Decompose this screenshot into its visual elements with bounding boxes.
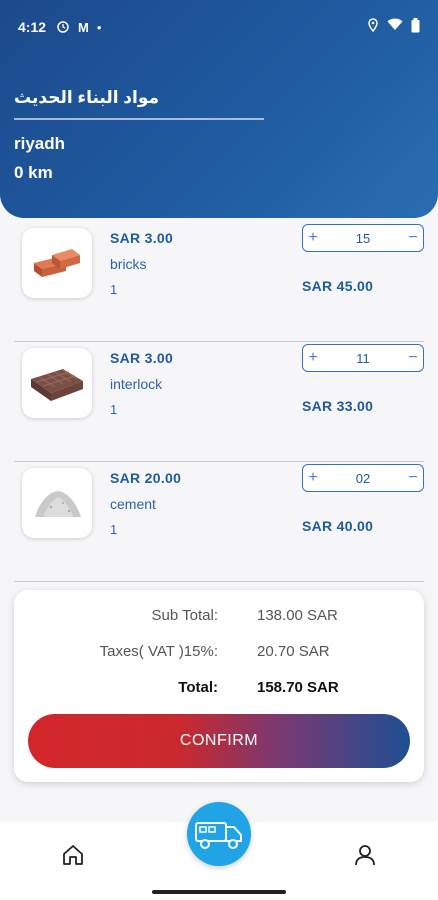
order-summary: Sub Total: 138.00 SAR Taxes( VAT )15%: 2… [14,590,424,782]
total-label: Total: [178,679,218,696]
increase-button[interactable]: + [303,229,323,247]
cart-item: SAR 3.00 bricks 1 + 15 − SAR 45.00 [14,222,424,342]
status-time: 4:12 [18,19,47,35]
decrease-button[interactable]: − [403,469,423,487]
subtotal-value: 138.00 SAR [257,607,338,624]
item-price: SAR 3.00 [110,230,174,246]
interlock-image [22,348,92,418]
profile-icon[interactable] [352,842,378,868]
item-line-total: SAR 40.00 [302,518,374,534]
quantity-stepper: + 15 − [302,224,424,252]
quantity-value[interactable]: 11 [323,351,403,366]
item-unit: 1 [110,402,118,417]
cart-item: SAR 3.00 interlock 1 + 11 − SAR 33.00 [14,342,424,462]
total-value: 158.70 SAR [257,679,339,696]
cement-image [22,468,92,538]
item-price: SAR 20.00 [110,470,182,486]
tax-value: 20.70 SAR [257,643,330,660]
location-icon [367,18,379,36]
wifi-icon [387,18,403,36]
item-name: interlock [110,376,163,392]
header-divider [14,118,264,120]
increase-button[interactable]: + [303,349,323,367]
subtotal-label: Sub Total: [151,607,218,624]
alarm-icon [56,19,70,36]
store-name: مواد البناء الحديث [14,88,160,107]
item-unit: 1 [110,522,118,537]
item-name: bricks [110,256,147,272]
item-price: SAR 3.00 [110,350,174,366]
status-bar: 4:12 M • [18,14,420,40]
item-line-total: SAR 45.00 [302,278,374,294]
city-label: riyadh [14,134,66,153]
truck-icon[interactable] [187,802,251,866]
tax-label: Taxes( VAT )15%: [99,643,218,660]
dot-icon: • [96,19,102,35]
decrease-button[interactable]: − [403,229,423,247]
home-icon[interactable] [60,842,86,868]
quantity-value[interactable]: 15 [323,231,403,246]
item-line-total: SAR 33.00 [302,398,374,414]
bricks-image [22,228,92,298]
increase-button[interactable]: + [303,469,323,487]
confirm-button[interactable]: CONFIRM [28,714,410,768]
gesture-bar [0,886,438,900]
battery-icon [411,18,420,36]
distance-label: 0 km [14,163,53,182]
item-name: cement [110,496,156,512]
quantity-stepper: + 02 − [302,464,424,492]
mcdonalds-icon: M [78,19,89,35]
quantity-value[interactable]: 02 [323,471,403,486]
decrease-button[interactable]: − [403,349,423,367]
quantity-stepper: + 11 − [302,344,424,372]
header: 4:12 M • مواد البناء الحديث riyadh 0 km [0,0,438,218]
cart-item: SAR 20.00 cement 1 + 02 − SAR 40.00 [14,462,424,582]
item-unit: 1 [110,282,118,297]
